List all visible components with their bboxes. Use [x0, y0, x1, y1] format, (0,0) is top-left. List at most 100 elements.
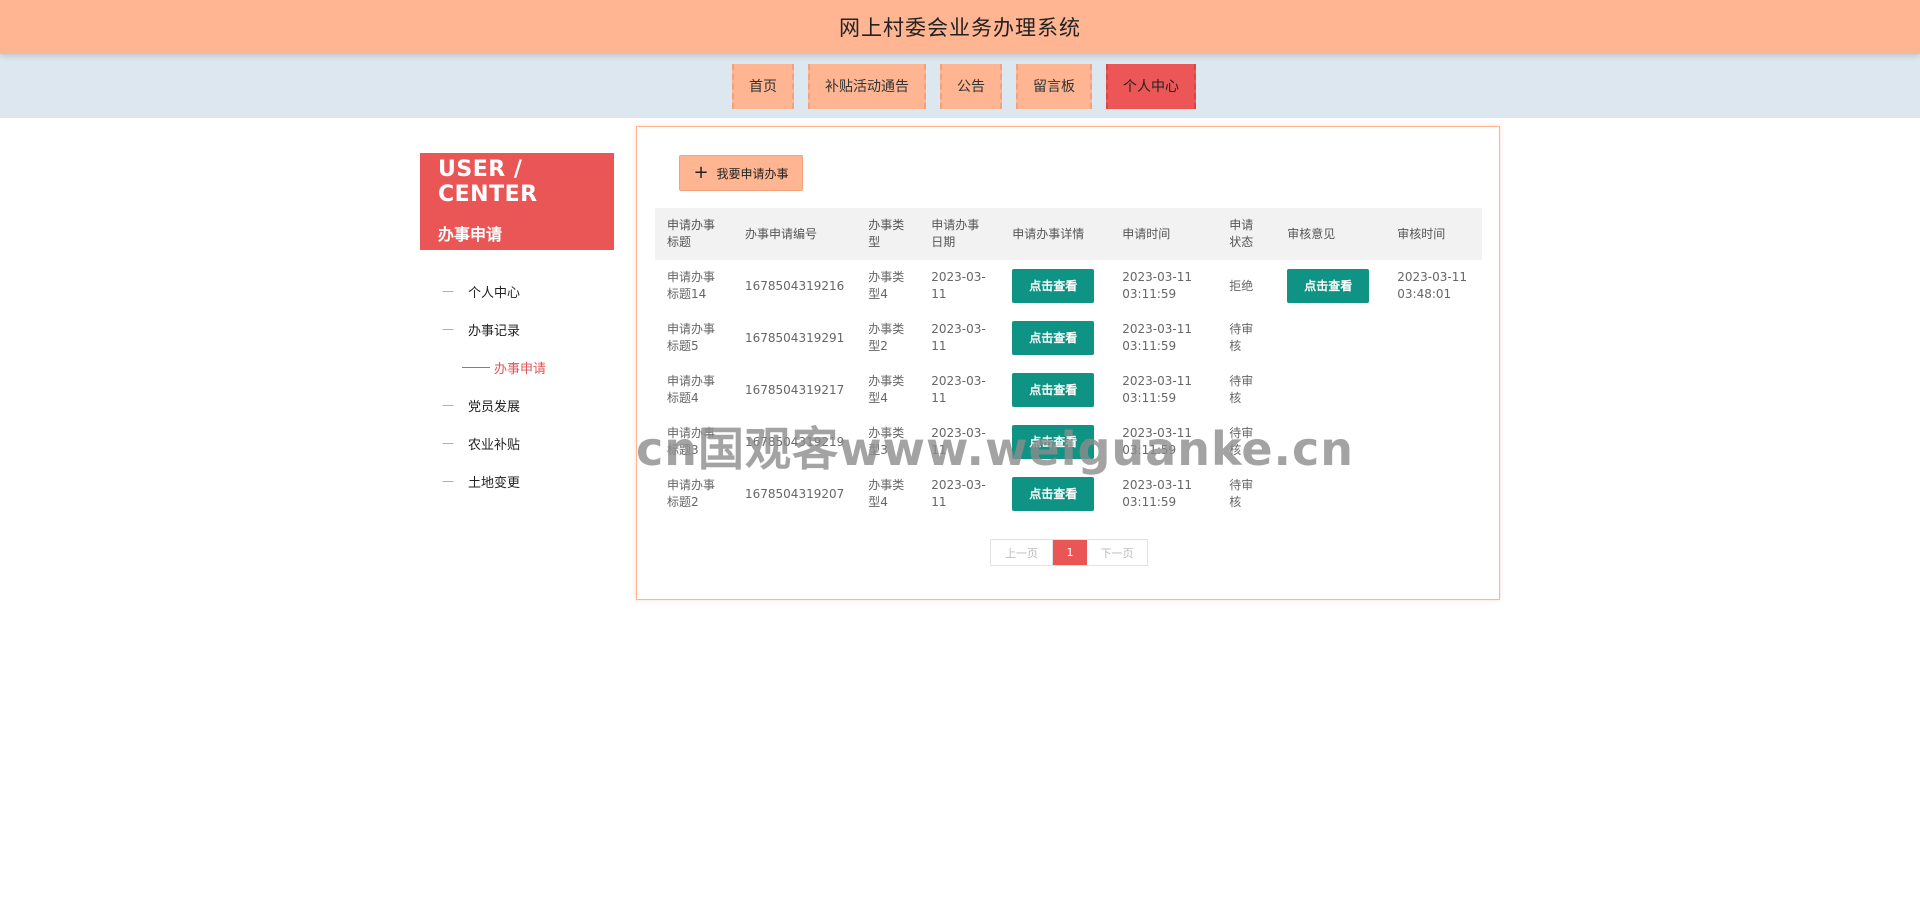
- cell-review-time: [1385, 364, 1482, 416]
- cell-date: 2023-03-11: [931, 374, 986, 405]
- prev-page-button[interactable]: 上一页: [991, 540, 1053, 565]
- col-number: 办事申请编号: [733, 208, 857, 260]
- nav-home[interactable]: 首页: [732, 63, 794, 109]
- dash-icon: —: [442, 474, 454, 488]
- view-detail-button[interactable]: 点击查看: [1012, 269, 1095, 303]
- cell-detail: 点击查看: [1000, 312, 1110, 364]
- cell-apply-time: 2023-03-11 03:11:59: [1122, 478, 1193, 509]
- main-panel: + 我要申请办事 申请办事标题 办事申请编号 办事类型 申请办事日期 申请办事详…: [636, 126, 1500, 600]
- nav-message-board[interactable]: 留言板: [1016, 63, 1092, 109]
- col-detail: 申请办事详情: [1000, 208, 1111, 260]
- cell-title: 申请办事标题14: [667, 270, 716, 301]
- cell-status: 拒绝: [1229, 278, 1254, 293]
- cell-detail: 点击查看: [1000, 468, 1110, 520]
- table-row: 申请办事标题4 1678504319217 办事类型4 2023-03-11 点…: [655, 364, 1482, 416]
- sidebar-item-user-center[interactable]: — 个人中心: [420, 272, 614, 310]
- cell-type: 办事类型4: [868, 478, 905, 509]
- cell-date: 2023-03-11: [931, 322, 986, 353]
- apply-button-label: 我要申请办事: [716, 166, 789, 181]
- cell-date: 2023-03-11: [931, 426, 986, 457]
- app-title: 网上村委会业务办理系统: [839, 16, 1081, 40]
- current-page-button[interactable]: 1: [1053, 540, 1087, 565]
- cell-date: 2023-03-11: [931, 478, 986, 509]
- cell-apply-time: 2023-03-11 03:11:59: [1122, 270, 1193, 301]
- cell-title: 申请办事标题3: [667, 426, 716, 457]
- cell-apply-time: 2023-03-11 03:11:59: [1122, 374, 1193, 405]
- sidebar-title-en: USER / CENTER: [438, 157, 538, 207]
- cell-detail: 点击查看: [1000, 416, 1110, 468]
- col-title: 申请办事标题: [655, 208, 733, 260]
- cell-type: 办事类型4: [868, 270, 905, 301]
- view-detail-button[interactable]: 点击查看: [1012, 373, 1095, 407]
- cell-opinion: 点击查看: [1275, 260, 1385, 312]
- cell-apply-time: 2023-03-11 03:11:59: [1122, 322, 1193, 353]
- view-detail-button[interactable]: 点击查看: [1012, 321, 1095, 355]
- sidebar-item-records[interactable]: — 办事记录: [420, 310, 614, 348]
- table-header-row: 申请办事标题 办事申请编号 办事类型 申请办事日期 申请办事详情 申请时间 申请…: [655, 208, 1482, 260]
- apply-button[interactable]: + 我要申请办事: [679, 155, 803, 191]
- col-apply-time: 申请时间: [1110, 208, 1218, 260]
- view-detail-button[interactable]: 点击查看: [1012, 425, 1095, 459]
- table-row: 申请办事标题5 1678504319291 办事类型2 2023-03-11 点…: [655, 312, 1482, 364]
- cell-opinion: [1275, 364, 1385, 416]
- col-status: 申请状态: [1217, 208, 1276, 260]
- table-row: 申请办事标题3 1678504319219 办事类型3 2023-03-11 点…: [655, 416, 1482, 468]
- table-row: 申请办事标题2 1678504319207 办事类型4 2023-03-11 点…: [655, 468, 1482, 520]
- sidebar-item-label: 党员发展: [468, 399, 521, 415]
- cell-status: 待审核: [1229, 426, 1254, 457]
- cell-type: 办事类型4: [868, 374, 905, 405]
- dash-icon: —: [442, 322, 454, 336]
- cell-review-time: [1385, 312, 1482, 364]
- cell-review-time: [1385, 468, 1482, 520]
- col-opinion: 审核意见: [1275, 208, 1386, 260]
- sidebar-item-label: 农业补贴: [468, 437, 521, 453]
- sidebar-item-label: 办事记录: [468, 323, 521, 339]
- cell-title: 申请办事标题4: [667, 374, 716, 405]
- col-date: 申请办事日期: [919, 208, 1001, 260]
- col-type: 办事类型: [856, 208, 920, 260]
- top-header: 网上村委会业务办理系统: [0, 0, 1920, 54]
- cell-apply-time: 2023-03-11 03:11:59: [1122, 426, 1193, 457]
- view-opinion-button[interactable]: 点击查看: [1287, 269, 1370, 303]
- sidebar-item-label: 土地变更: [468, 475, 521, 491]
- sidebar-menu: — 个人中心 — 办事记录 办事申请 — 党员发展 — 农业补贴 — 土地变更: [420, 272, 614, 500]
- cell-type: 办事类型3: [868, 426, 905, 457]
- cell-date: 2023-03-11: [931, 270, 986, 301]
- sidebar-item-label: 办事申请: [494, 361, 547, 377]
- sidebar-item-agri-subsidy[interactable]: — 农业补贴: [420, 424, 614, 462]
- sidebar-item-label: 个人中心: [468, 285, 521, 301]
- sidebar-title-cn: 办事申请: [438, 225, 503, 244]
- dash-icon: —: [442, 398, 454, 412]
- cell-number: 1678504319207: [745, 486, 845, 501]
- cell-title: 申请办事标题5: [667, 322, 716, 353]
- nav-user-center[interactable]: 个人中心: [1106, 63, 1196, 109]
- nav-announcement[interactable]: 公告: [940, 63, 1002, 109]
- sidebar: USER / CENTER 办事申请 — 个人中心 — 办事记录 办事申请 — 党员发…: [420, 153, 614, 500]
- table-row: 申请办事标题14 1678504319216 办事类型4 2023-03-11 …: [655, 260, 1482, 312]
- sidebar-item-apply[interactable]: 办事申请: [420, 348, 614, 386]
- cell-opinion: [1275, 468, 1385, 520]
- cell-review-time: 2023-03-11 03:48:01: [1397, 270, 1468, 301]
- cell-type: 办事类型2: [868, 322, 905, 353]
- main-nav: 首页 补贴活动通告 公告 留言板 个人中心: [0, 54, 1920, 118]
- cell-detail: 点击查看: [1000, 260, 1110, 312]
- cell-number: 1678504319217: [745, 382, 845, 397]
- dash-icon: —: [442, 436, 454, 450]
- cell-number: 1678504319216: [745, 278, 845, 293]
- sidebar-item-party-member[interactable]: — 党员发展: [420, 386, 614, 424]
- cell-number: 1678504319219: [745, 434, 845, 449]
- sidebar-header: USER / CENTER 办事申请: [420, 153, 614, 250]
- cell-title: 申请办事标题2: [667, 478, 716, 509]
- cell-review-time: [1385, 416, 1482, 468]
- sidebar-item-land-change[interactable]: — 土地变更: [420, 462, 614, 500]
- dash-icon: —: [442, 284, 454, 298]
- next-page-button[interactable]: 下一页: [1087, 540, 1147, 565]
- pagination: 上一页 1 下一页: [990, 539, 1148, 566]
- nav-subsidy-notice[interactable]: 补贴活动通告: [808, 63, 926, 109]
- cell-status: 待审核: [1229, 374, 1254, 405]
- cell-detail: 点击查看: [1000, 364, 1110, 416]
- application-table: 申请办事标题 办事申请编号 办事类型 申请办事日期 申请办事详情 申请时间 申请…: [655, 208, 1482, 520]
- view-detail-button[interactable]: 点击查看: [1012, 477, 1095, 511]
- plus-icon: +: [693, 162, 709, 183]
- cell-opinion: [1275, 416, 1385, 468]
